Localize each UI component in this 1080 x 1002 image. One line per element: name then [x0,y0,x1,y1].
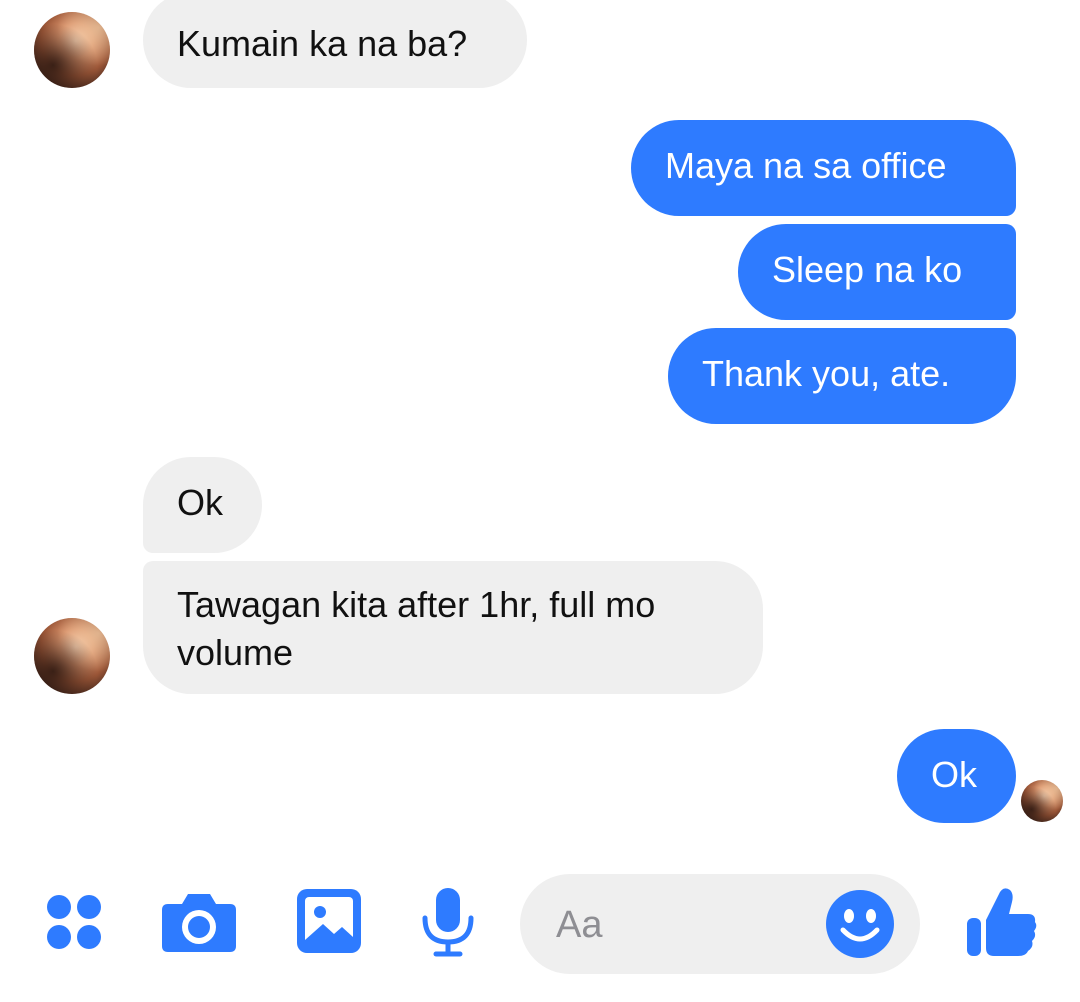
contact-avatar[interactable] [34,618,110,694]
message-text: Thank you, ate. [702,353,951,394]
photo-icon[interactable] [296,888,362,954]
outgoing-message[interactable]: Maya na sa office [631,120,1016,216]
emoji-icon[interactable] [826,890,894,958]
camera-icon-glyph [162,894,236,952]
message-text-line: volume [177,632,294,673]
outgoing-message[interactable]: Thank you, ate. [668,328,1016,424]
message-text: Ok [177,482,224,523]
message-text: Kumain ka na ba? [177,23,468,64]
incoming-message[interactable]: Tawagan kita after 1hr, full mo volume [143,561,763,694]
contact-avatar[interactable] [34,12,110,88]
thumbs-up-icon-glyph [967,888,1037,956]
emoji-icon-glyph [826,890,894,958]
microphone-icon-glyph [422,888,474,957]
message-composer[interactable] [520,874,920,974]
avatar-photo [1021,780,1063,822]
apps-icon[interactable] [40,890,106,956]
outgoing-message[interactable]: Sleep na ko [738,224,1016,320]
outgoing-message[interactable]: Ok [897,729,1016,823]
message-text: Ok [931,754,978,795]
message-text: Maya na sa office [665,145,947,186]
camera-icon[interactable] [160,888,238,958]
avatar-photo [34,12,110,88]
photo-icon-glyph [297,889,361,953]
avatar-photo [34,618,110,694]
message-text: Sleep na ko [772,249,963,290]
thumbs-up-icon[interactable] [964,884,1038,960]
apps-icon-glyph [47,895,101,949]
microphone-icon[interactable] [418,886,478,958]
message-text-line: Tawagan kita after 1hr, full mo [177,584,656,625]
read-receipt-avatar [1021,780,1063,822]
incoming-message[interactable]: Kumain ka na ba? [143,0,527,88]
message-input[interactable] [554,900,818,950]
incoming-message[interactable]: Ok [143,457,262,553]
